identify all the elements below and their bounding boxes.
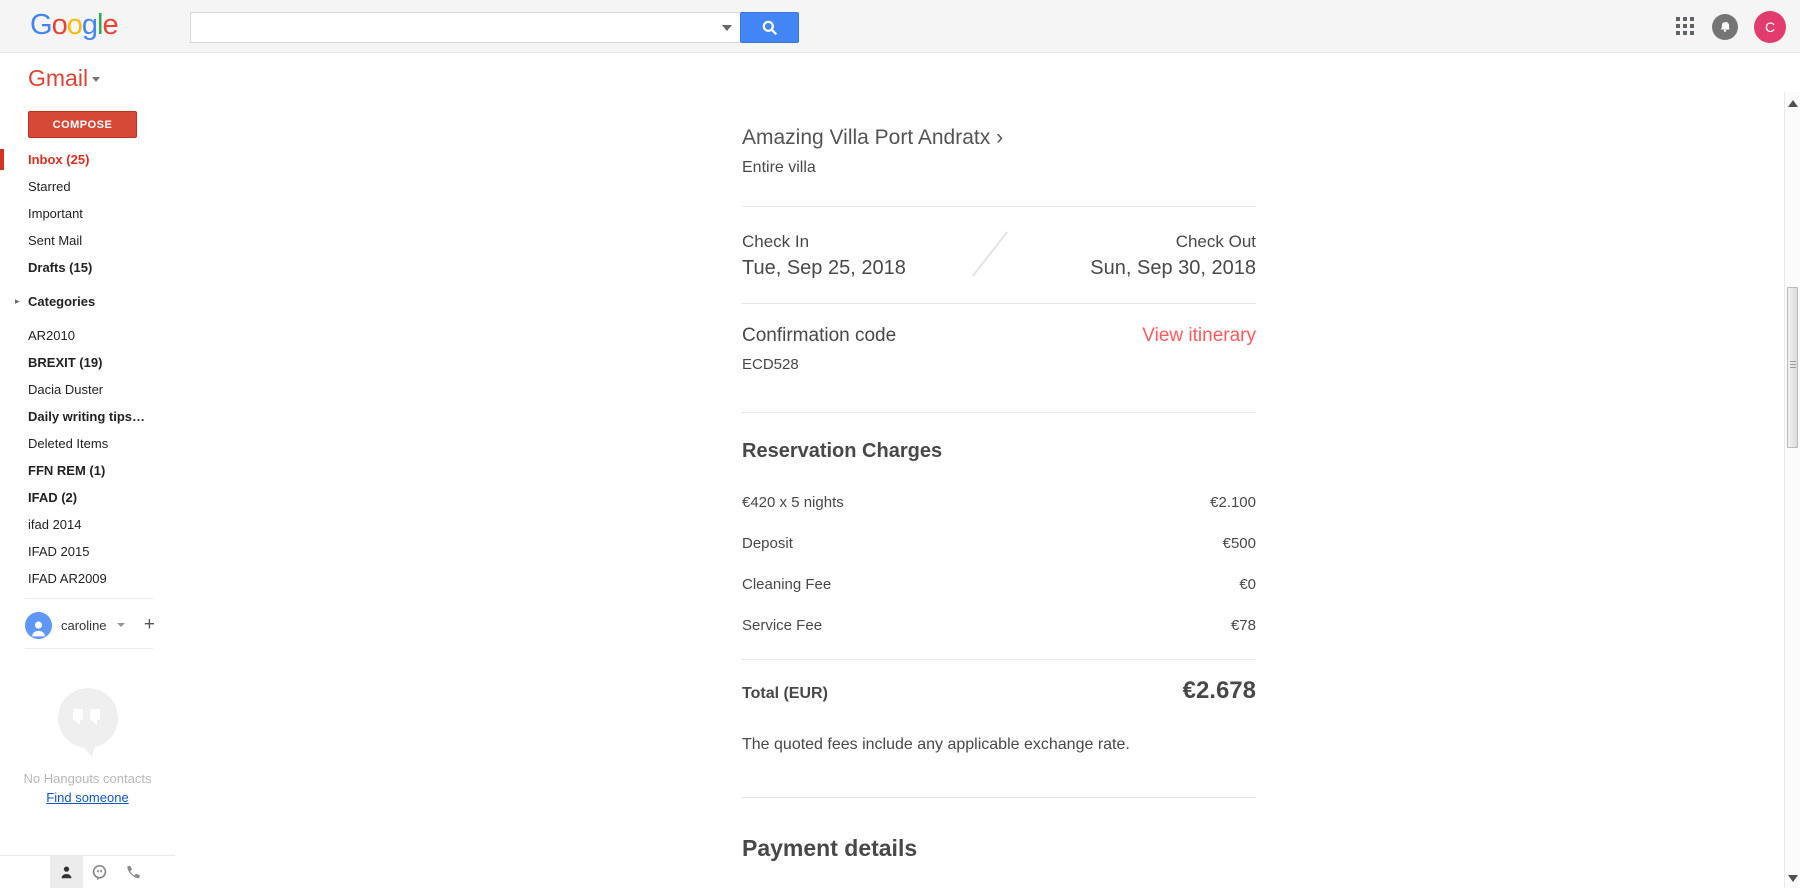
search-input[interactable] bbox=[191, 13, 691, 42]
check-in-label: Check In bbox=[742, 232, 906, 252]
fee-label: Service Fee bbox=[742, 617, 822, 634]
sidebar-item-important[interactable]: Important bbox=[0, 200, 175, 227]
exchange-rate-note: The quoted fees include any applicable e… bbox=[742, 736, 1256, 754]
gmail-logo-menu[interactable]: Gmail bbox=[28, 65, 100, 92]
fee-value: €500 bbox=[1223, 535, 1256, 552]
sidebar-item-starred[interactable]: Starred bbox=[0, 173, 175, 200]
sidebar-item-categories[interactable]: ▸Categories bbox=[0, 288, 175, 315]
chat-status-chevron-down-icon[interactable] bbox=[117, 623, 125, 627]
confirmation-code-value: ECD528 bbox=[742, 356, 1256, 373]
divider bbox=[742, 206, 1256, 207]
view-itinerary-link[interactable]: View itinerary bbox=[1142, 325, 1256, 347]
folder-list: Inbox (25) Starred Important Sent Mail D… bbox=[0, 146, 175, 592]
google-logo[interactable]: Google bbox=[30, 9, 118, 42]
divider bbox=[742, 303, 1256, 304]
diagonal-divider bbox=[972, 231, 1008, 276]
chat-user-name: caroline bbox=[61, 618, 107, 633]
fee-value: €2.100 bbox=[1210, 494, 1256, 511]
check-in-date: Tue, Sep 25, 2018 bbox=[742, 257, 906, 280]
sidebar-item-ifad-2015[interactable]: IFAD 2015 bbox=[0, 538, 175, 565]
confirmation-code-label: Confirmation code bbox=[742, 325, 896, 347]
phone-tab-button[interactable] bbox=[116, 856, 149, 888]
person-icon bbox=[28, 618, 49, 639]
no-contacts-text: No Hangouts contacts bbox=[0, 771, 175, 786]
check-out-block: Check Out Sun, Sep 30, 2018 bbox=[1090, 232, 1256, 280]
chat-avatar bbox=[25, 612, 52, 639]
sidebar-footer bbox=[0, 855, 175, 888]
account-avatar[interactable]: C bbox=[1754, 11, 1786, 43]
search-button[interactable] bbox=[740, 12, 799, 43]
phone-icon bbox=[124, 864, 141, 881]
reservation-charges-title: Reservation Charges bbox=[742, 440, 1256, 463]
compose-button[interactable]: COMPOSE bbox=[28, 111, 137, 138]
fee-value: €0 bbox=[1239, 576, 1256, 593]
hangouts-bubble-icon bbox=[91, 864, 108, 881]
search-icon bbox=[761, 19, 779, 37]
google-top-bar: Google C bbox=[0, 0, 1800, 53]
fee-row: Cleaning Fee €0 bbox=[742, 576, 1256, 593]
divider bbox=[742, 659, 1256, 660]
search-box bbox=[190, 12, 740, 43]
scroll-down-arrow-icon[interactable] bbox=[1788, 875, 1798, 882]
fee-label: Cleaning Fee bbox=[742, 576, 831, 593]
hangouts-tab-button[interactable] bbox=[83, 856, 116, 888]
fee-label: €420 x 5 nights bbox=[742, 494, 844, 511]
total-row: Total (EUR) €2.678 bbox=[742, 677, 1256, 705]
gmail-header: Gmail More 11 of 904 ‹ bbox=[0, 54, 1800, 103]
apps-grid-icon[interactable] bbox=[1676, 17, 1696, 37]
sidebar-item-ifad-ar2009[interactable]: IFAD AR2009 bbox=[0, 565, 175, 592]
divider bbox=[742, 797, 1256, 798]
fee-value: €78 bbox=[1231, 617, 1256, 634]
sidebar-item-drafts[interactable]: Drafts (15) bbox=[0, 254, 175, 281]
total-label: Total (EUR) bbox=[742, 685, 828, 703]
sidebar-item-ifad-2014[interactable]: ifad 2014 bbox=[0, 511, 175, 538]
sidebar-item-daily-writing-tips[interactable]: Daily writing tips… bbox=[0, 403, 175, 430]
sidebar-item-sent-mail[interactable]: Sent Mail bbox=[0, 227, 175, 254]
scrollbar-thumb[interactable] bbox=[1787, 287, 1798, 448]
payment-details-title: Payment details bbox=[742, 835, 1256, 862]
hangouts-logo-icon bbox=[58, 688, 118, 748]
checkin-checkout-row: Check In Tue, Sep 25, 2018 Check Out Sun… bbox=[742, 232, 1256, 280]
chat-profile-row[interactable]: caroline + bbox=[25, 608, 155, 642]
listing-title-link[interactable]: Amazing Villa Port Andratx › bbox=[742, 126, 1256, 150]
sidebar-item-ar2010[interactable]: AR2010 bbox=[0, 322, 175, 349]
add-contact-button[interactable]: + bbox=[144, 614, 155, 636]
expand-triangle-icon: ▸ bbox=[15, 288, 20, 315]
divider bbox=[25, 648, 153, 649]
confirmation-row: Confirmation code View itinerary bbox=[742, 325, 1256, 347]
sidebar-item-ifad[interactable]: IFAD (2) bbox=[0, 484, 175, 511]
find-someone-link[interactable]: Find someone bbox=[46, 790, 128, 805]
fee-row: Service Fee €78 bbox=[742, 617, 1256, 634]
gmail-chevron-down-icon bbox=[92, 77, 100, 82]
person-icon bbox=[58, 864, 75, 881]
sidebar-item-deleted-items[interactable]: Deleted Items bbox=[0, 430, 175, 457]
fee-label: Deposit bbox=[742, 535, 793, 552]
check-out-date: Sun, Sep 30, 2018 bbox=[1090, 257, 1256, 280]
fee-row: €420 x 5 nights €2.100 bbox=[742, 494, 1256, 511]
sidebar-item-brexit[interactable]: BREXIT (19) bbox=[0, 349, 175, 376]
contacts-tab-button[interactable] bbox=[50, 856, 83, 888]
sidebar-item-dacia-duster[interactable]: Dacia Duster bbox=[0, 376, 175, 403]
scroll-up-arrow-icon[interactable] bbox=[1788, 100, 1798, 107]
search-options-chevron-down-icon[interactable] bbox=[722, 25, 732, 31]
divider bbox=[742, 412, 1256, 413]
email-body: Amazing Villa Port Andratx › Entire vill… bbox=[175, 103, 1784, 888]
sidebar-item-ffn-rem[interactable]: FFN REM (1) bbox=[0, 457, 175, 484]
check-in-block: Check In Tue, Sep 25, 2018 bbox=[742, 232, 906, 280]
hangouts-empty-state: No Hangouts contacts Find someone bbox=[0, 688, 175, 807]
vertical-scrollbar[interactable] bbox=[1784, 92, 1800, 888]
sidebar: COMPOSE Inbox (25) Starred Important Sen… bbox=[0, 103, 175, 888]
sidebar-item-inbox[interactable]: Inbox (25) bbox=[0, 146, 175, 173]
listing-subtitle: Entire villa bbox=[742, 159, 1256, 177]
divider bbox=[25, 598, 153, 599]
fee-row: Deposit €500 bbox=[742, 535, 1256, 552]
notifications-bell-icon[interactable] bbox=[1712, 14, 1738, 40]
check-out-label: Check Out bbox=[1090, 232, 1256, 252]
total-value: €2.678 bbox=[1183, 677, 1256, 705]
